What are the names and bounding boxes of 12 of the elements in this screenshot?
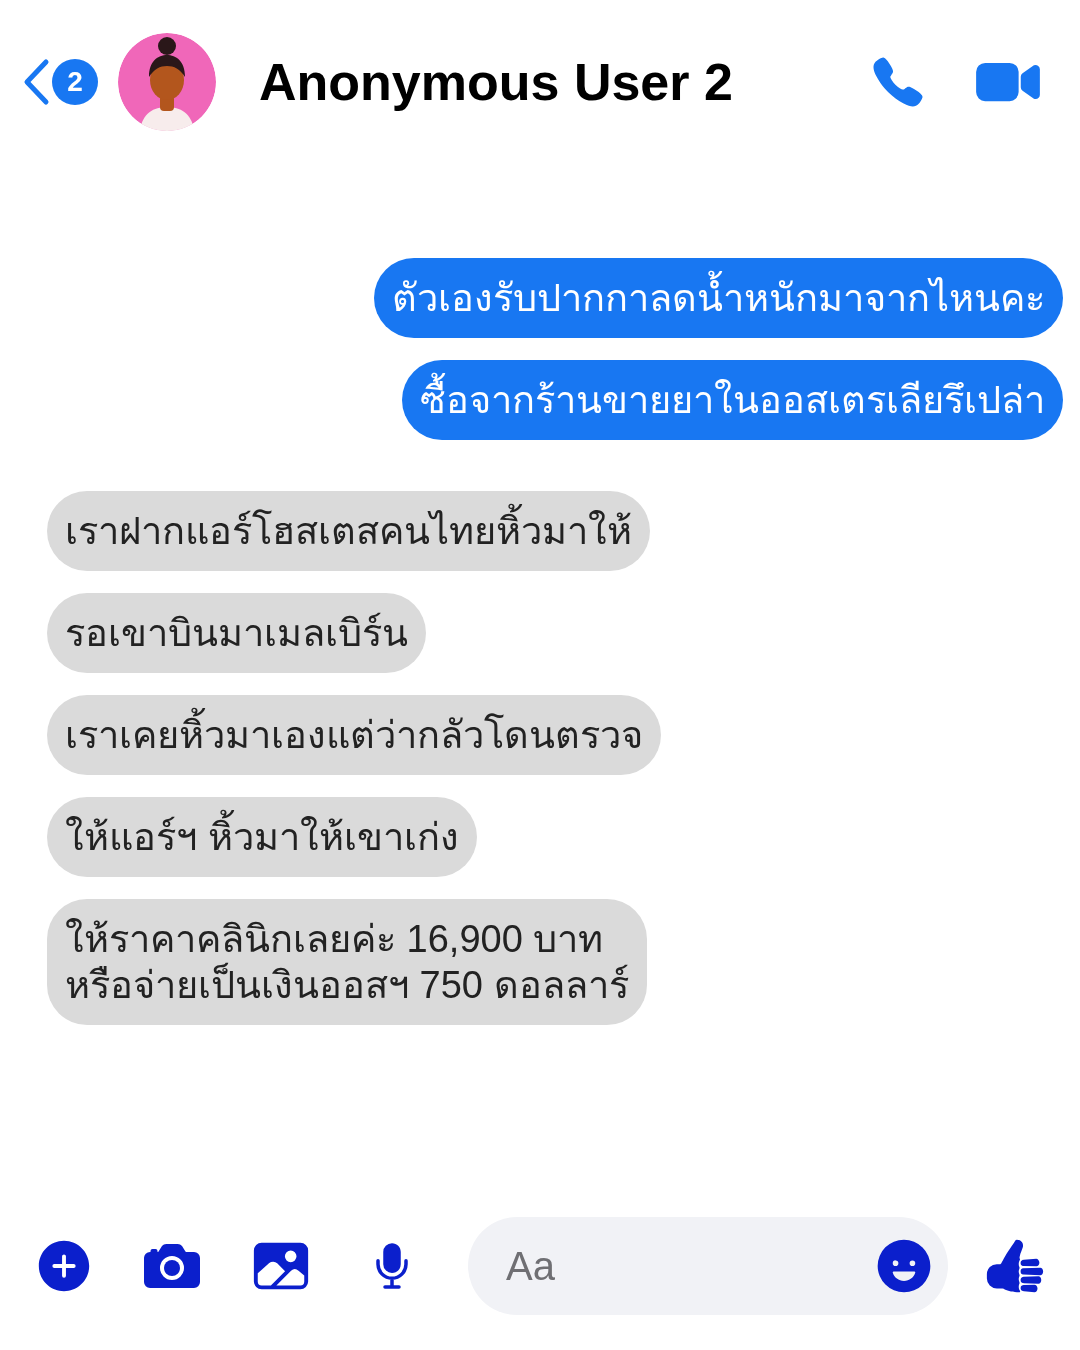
received-message-bubble: เราฝากแอร์โฮสเตสคนไทยหิ้วมาให้ xyxy=(47,491,650,571)
avatar-icon[interactable] xyxy=(118,33,216,131)
unread-count-badge: 2 xyxy=(52,59,98,105)
received-message-bubble: ให้ราคาคลินิกเลยค่ะ 16,900 บาท หรือจ่ายเป็นเงินออสฯ 750 ดอลลาร์ xyxy=(47,899,647,1025)
received-message-bubble: รอเขาบินมาเมลเบิร์น xyxy=(47,593,426,673)
back-button[interactable]: 2 xyxy=(22,58,98,106)
received-message-bubble: ให้แอร์ฯ หิ้วมาให้เขาเก่ง xyxy=(47,797,477,877)
message-field[interactable]: Aa xyxy=(468,1217,948,1315)
sent-message-bubble: ซื้อจากร้านขายยาในออสเตรเลียรึเปล่า xyxy=(402,360,1063,440)
chevron-left-icon xyxy=(22,58,50,106)
received-message-bubble: เราเคยหิ้วมาเองแต่ว่ากลัวโดนตรวจ xyxy=(47,695,661,775)
sent-message-bubble: ตัวเองรับปากกาลดน้ำหนักมาจากไหนคะ xyxy=(374,258,1063,338)
